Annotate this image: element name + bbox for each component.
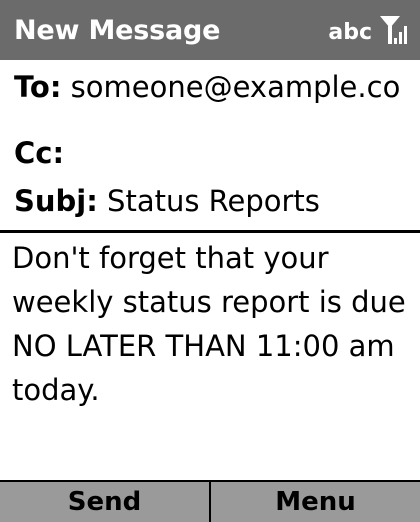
new-message-screen: New Message abc To: someone@example.co C… bbox=[0, 0, 420, 522]
input-mode-indicator: abc bbox=[328, 19, 372, 45]
to-label: To: bbox=[14, 70, 62, 104]
subject-field[interactable]: Subj: Status Reports bbox=[14, 184, 320, 218]
body-line: today. bbox=[12, 373, 100, 407]
window-title: New Message bbox=[14, 14, 221, 46]
title-bar: New Message abc bbox=[0, 0, 420, 60]
menu-button[interactable]: Menu bbox=[211, 482, 420, 522]
body-line: Don't forget that your bbox=[12, 241, 329, 275]
softkey-bar: Send Menu bbox=[0, 480, 420, 522]
to-value[interactable]: someone@example.co bbox=[71, 70, 401, 104]
header-divider bbox=[0, 230, 420, 233]
body-line: weekly status report is due bbox=[12, 285, 406, 319]
send-button[interactable]: Send bbox=[0, 482, 209, 522]
cc-field[interactable]: Cc: bbox=[14, 136, 64, 170]
message-body[interactable]: Don't forget that your weekly status rep… bbox=[12, 236, 412, 412]
to-field[interactable]: To: someone@example.co bbox=[14, 70, 418, 104]
subject-value[interactable]: Status Reports bbox=[107, 184, 320, 218]
signal-strength-icon bbox=[380, 16, 407, 44]
status-area: abc bbox=[328, 14, 408, 46]
body-line: NO LATER THAN 11:00 am bbox=[12, 329, 395, 363]
subject-label: Subj: bbox=[14, 184, 98, 218]
cc-label: Cc: bbox=[14, 136, 65, 170]
